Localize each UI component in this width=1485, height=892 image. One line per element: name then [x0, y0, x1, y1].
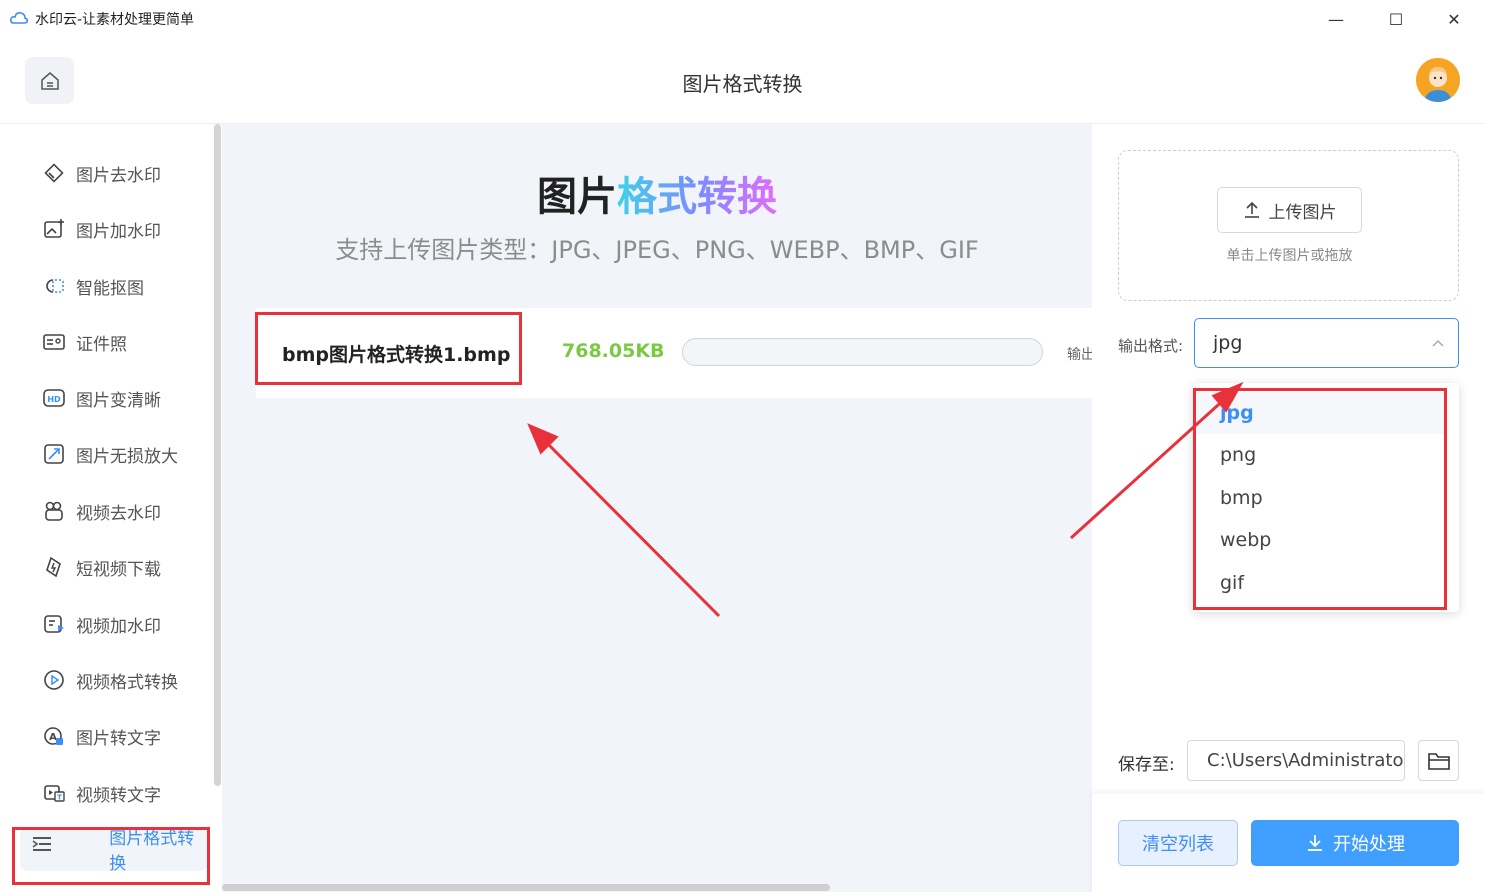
hero-title-part2: 格式转换 [617, 174, 777, 220]
image-add-icon [42, 217, 66, 241]
horizontal-scrollbar[interactable] [222, 884, 830, 891]
sidebar-item-video-to-text[interactable]: T 视频转文字 [24, 771, 204, 815]
sidebar-item-video-download[interactable]: 短视频下载 [24, 545, 204, 589]
page-title: 图片格式转换 [682, 72, 803, 96]
clear-list-button[interactable]: 清空列表 [1118, 820, 1238, 866]
sidebar-item-label: 图片转文字 [76, 728, 161, 749]
sidebar-item-image-enlarge[interactable]: 图片无损放大 [24, 432, 204, 476]
ocr-icon: A [42, 724, 66, 748]
progress-bar [682, 338, 1043, 366]
cloud-logo-icon [10, 12, 28, 24]
upload-hint: 单击上传图片或拖放 [1226, 248, 1353, 264]
save-to-label: 保存至: [1118, 755, 1175, 775]
id-card-icon [42, 330, 66, 354]
output-format-value: jpg [1213, 332, 1243, 354]
svg-text:A: A [49, 732, 57, 743]
user-avatar[interactable] [1416, 58, 1460, 102]
eraser-icon [42, 161, 66, 185]
sidebar-item-image-add-watermark[interactable]: 图片加水印 [24, 207, 204, 251]
minimize-button[interactable]: — [1316, 6, 1356, 32]
sidebar-item-label: 视频去水印 [76, 503, 161, 524]
title-bar: 水印云-让素材处理更简单 — ☐ ✕ [0, 0, 1485, 38]
supported-types-text: 支持上传图片类型：JPG、JPEG、PNG、WEBP、BMP、GIF [335, 236, 979, 264]
folder-icon [1427, 752, 1450, 770]
upload-button-label: 上传图片 [1268, 202, 1337, 223]
sidebar-item-label: 短视频下载 [76, 559, 161, 580]
annotation-box-file [255, 312, 522, 385]
hero-title-part1: 图片 [537, 174, 617, 220]
start-process-label: 开始处理 [1333, 834, 1405, 855]
sidebar-item-label: 图片无损放大 [76, 446, 178, 467]
start-process-button[interactable]: 开始处理 [1251, 820, 1459, 866]
sidebar-item-video-add-watermark[interactable]: 视频加水印 [24, 602, 204, 646]
chevron-up-icon [1432, 339, 1444, 347]
svg-text:T: T [57, 794, 62, 802]
video-eraser-icon [42, 499, 66, 523]
app-window: 水印云-让素材处理更简单 — ☐ ✕ 图片格式转换 图片去水印 图片加水印 智能… [0, 0, 1485, 892]
app-title: 水印云-让素材处理更简单 [35, 12, 195, 28]
upload-button[interactable]: 上传图片 [1217, 187, 1362, 233]
sidebar-scrollbar[interactable] [214, 124, 221, 786]
sidebar-item-label: 视频格式转换 [76, 672, 178, 693]
video-add-icon [42, 612, 66, 636]
upload-icon [1244, 201, 1259, 218]
sidebar-item-image-clarify[interactable]: HD 图片变清晰 [24, 376, 204, 420]
sidebar-item-video-format-convert[interactable]: 视频格式转换 [24, 658, 204, 702]
browse-folder-button[interactable] [1418, 740, 1459, 781]
file-size: 768.05KB [562, 340, 665, 362]
annotation-box-dropdown [1193, 388, 1447, 610]
close-button[interactable]: ✕ [1434, 6, 1474, 32]
sidebar-item-smart-cutout[interactable]: 智能抠图 [24, 264, 204, 308]
hd-icon: HD [42, 386, 66, 410]
action-bar: 清空列表 开始处理 [1092, 794, 1485, 892]
sidebar-item-label: 视频转文字 [76, 785, 161, 806]
sidebar: 图片去水印 图片加水印 智能抠图 证件照 HD 图片变清晰 图片无损放大 视频去… [0, 124, 222, 892]
play-icon [42, 668, 66, 692]
main-content: 图片格式转换 支持上传图片类型：JPG、JPEG、PNG、WEBP、BMP、GI… [222, 124, 1095, 892]
sidebar-item-image-to-text[interactable]: A 图片转文字 [24, 714, 204, 758]
sidebar-item-label: 视频加水印 [76, 616, 161, 637]
svg-text:HD: HD [47, 395, 61, 404]
maximize-button[interactable]: ☐ [1376, 6, 1416, 32]
sidebar-item-label: 图片加水印 [76, 221, 161, 242]
cutout-icon [42, 274, 66, 298]
hero-title: 图片格式转换 [222, 164, 1092, 222]
sidebar-item-label: 图片去水印 [76, 165, 161, 186]
video-text-icon: T [42, 781, 66, 805]
sidebar-item-label: 图片变清晰 [76, 390, 161, 411]
annotation-box-sidebar [12, 827, 210, 885]
upload-dropzone[interactable]: 上传图片 单击上传图片或拖放 [1118, 150, 1459, 301]
save-path-input[interactable]: C:\Users\Administrator [1187, 740, 1405, 781]
sidebar-item-image-remove-watermark[interactable]: 图片去水印 [24, 151, 204, 195]
output-format-label: 输出格式: [1118, 337, 1184, 355]
avatar-face-icon [1416, 58, 1460, 102]
sidebar-item-label: 智能抠图 [76, 278, 144, 299]
enlarge-icon [42, 442, 66, 466]
sidebar-item-id-photo[interactable]: 证件照 [24, 320, 204, 364]
app-header: 图片格式转换 [0, 38, 1485, 124]
sidebar-item-video-remove-watermark[interactable]: 视频去水印 [24, 489, 204, 533]
download-icon [42, 555, 66, 579]
download-icon [1308, 835, 1322, 851]
output-format-select[interactable]: jpg [1194, 318, 1459, 368]
sidebar-item-label: 证件照 [76, 334, 127, 355]
file-output-label: 输出 [1067, 347, 1095, 363]
